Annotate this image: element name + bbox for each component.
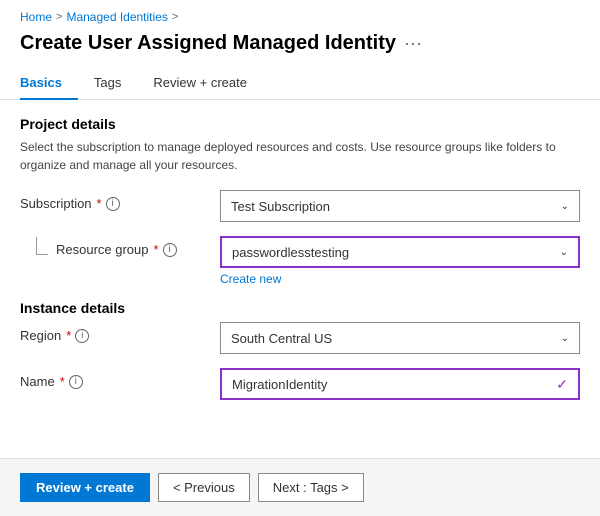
previous-button[interactable]: < Previous (158, 473, 250, 502)
content-area: Project details Select the subscription … (0, 100, 600, 458)
region-chevron-icon: ⌄ (561, 333, 569, 344)
subscription-info-icon[interactable]: i (106, 197, 120, 211)
region-label: Region (20, 328, 61, 343)
tab-review-create[interactable]: Review + create (153, 67, 263, 100)
name-input[interactable]: MigrationIdentity ✓ (220, 368, 580, 400)
resource-group-chevron-icon: ⌄ (560, 247, 568, 258)
name-control: MigrationIdentity ✓ (220, 368, 580, 400)
region-required: * (66, 328, 71, 343)
tab-tags[interactable]: Tags (94, 67, 137, 100)
resource-group-info-icon[interactable]: i (163, 243, 177, 257)
breadcrumb-home[interactable]: Home (20, 10, 52, 24)
subscription-row: Subscription * i Test Subscription ⌄ (20, 190, 580, 222)
region-control: South Central US ⌄ (220, 322, 580, 354)
tabs-container: Basics Tags Review + create (0, 67, 600, 100)
project-details-title: Project details (20, 116, 580, 132)
name-label: Name (20, 374, 55, 389)
resource-group-control: passwordlesstesting ⌄ Create new (220, 236, 580, 286)
create-new-link[interactable]: Create new (220, 272, 281, 286)
resource-group-label-col: Resource group * i (20, 236, 220, 257)
name-check-icon: ✓ (556, 376, 568, 393)
breadcrumb-managed-identities[interactable]: Managed Identities (66, 10, 167, 24)
subscription-chevron-icon: ⌄ (561, 201, 569, 212)
name-required: * (60, 374, 65, 389)
project-details-section: Project details Select the subscription … (20, 116, 580, 286)
resource-group-row: Resource group * i passwordlesstesting ⌄… (20, 236, 580, 286)
resource-group-dropdown[interactable]: passwordlesstesting ⌄ (220, 236, 580, 268)
review-create-button[interactable]: Review + create (20, 473, 150, 502)
subscription-required: * (97, 196, 102, 211)
resource-group-label: Resource group (56, 242, 149, 257)
name-info-icon[interactable]: i (69, 375, 83, 389)
subscription-control: Test Subscription ⌄ (220, 190, 580, 222)
subscription-dropdown[interactable]: Test Subscription ⌄ (220, 190, 580, 222)
breadcrumb-separator-2: > (172, 11, 178, 23)
region-dropdown[interactable]: South Central US ⌄ (220, 322, 580, 354)
instance-details-section: Instance details Region * i South Centra… (20, 300, 580, 400)
subscription-value: Test Subscription (231, 199, 330, 214)
instance-details-title: Instance details (20, 300, 580, 316)
region-row: Region * i South Central US ⌄ (20, 322, 580, 354)
page-header: Create User Assigned Managed Identity ··… (0, 28, 600, 67)
next-tags-button[interactable]: Next : Tags > (258, 473, 364, 502)
name-label-col: Name * i (20, 368, 220, 389)
page-title: Create User Assigned Managed Identity (20, 32, 396, 55)
region-value: South Central US (231, 331, 332, 346)
region-label-col: Region * i (20, 322, 220, 343)
subscription-label: Subscription (20, 196, 92, 211)
name-value: MigrationIdentity (232, 377, 556, 392)
name-row: Name * i MigrationIdentity ✓ (20, 368, 580, 400)
project-details-desc: Select the subscription to manage deploy… (20, 138, 580, 174)
resource-group-value: passwordlesstesting (232, 245, 349, 260)
breadcrumb: Home > Managed Identities > (0, 0, 600, 28)
region-info-icon[interactable]: i (75, 329, 89, 343)
page-container: Home > Managed Identities > Create User … (0, 0, 600, 516)
breadcrumb-separator-1: > (56, 11, 62, 23)
footer: Review + create < Previous Next : Tags > (0, 458, 600, 516)
resource-group-required: * (154, 242, 159, 257)
subscription-label-col: Subscription * i (20, 190, 220, 211)
indent-decorator (36, 237, 48, 255)
more-options-icon[interactable]: ··· (404, 33, 422, 54)
tab-basics[interactable]: Basics (20, 67, 78, 100)
